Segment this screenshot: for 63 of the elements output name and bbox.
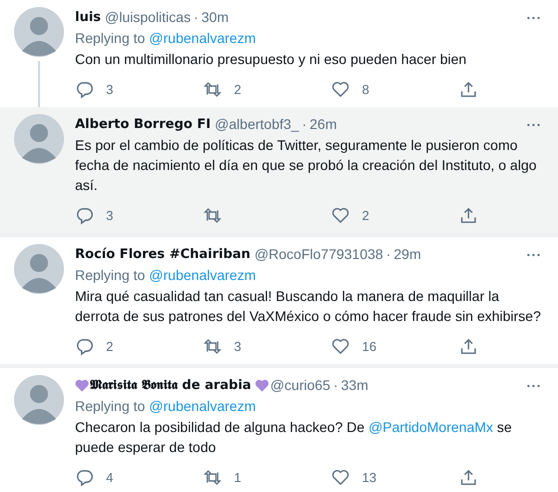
- like-count: 16: [362, 338, 376, 354]
- mention-link[interactable]: @rubenalvarezm: [149, 267, 256, 283]
- reply-count: 2: [106, 338, 114, 354]
- user-name[interactable]: Alberto Borrego FI: [75, 115, 211, 134]
- like-icon[interactable]: [331, 206, 350, 224]
- avatar-icon[interactable]: [14, 114, 64, 164]
- user-name[interactable]: Rocío Flores #Chairiban: [75, 245, 250, 264]
- dot-separator: ·: [194, 8, 198, 27]
- tweet-time[interactable]: 29m: [394, 245, 421, 264]
- like-count: 8: [362, 82, 370, 96]
- like-icon[interactable]: [331, 336, 350, 356]
- share-icon[interactable]: [459, 468, 478, 486]
- tweet-time[interactable]: 33m: [341, 376, 368, 395]
- more-icon[interactable]: [527, 16, 540, 20]
- like-count: 2: [362, 208, 370, 222]
- replying-label: Replying to: [75, 30, 146, 46]
- tweet-time[interactable]: 30m: [201, 8, 229, 27]
- user-handle[interactable]: @RocoFlo77931038: [254, 245, 384, 264]
- more-icon[interactable]: [527, 384, 540, 388]
- share-icon[interactable]: [459, 206, 478, 224]
- like-count: 13: [362, 470, 376, 484]
- mention-link[interactable]: @rubenalvarezm: [149, 30, 256, 46]
- share-icon[interactable]: [459, 80, 478, 98]
- reply-icon[interactable]: [75, 80, 94, 98]
- retweet-count: 2: [234, 82, 242, 96]
- replying-label: Replying to: [75, 398, 146, 414]
- reply-count: 3: [106, 82, 114, 96]
- heart-icon: [255, 379, 270, 392]
- more-icon[interactable]: [527, 252, 540, 256]
- reply-count: 4: [106, 470, 114, 484]
- user-name[interactable]: luis: [75, 8, 101, 27]
- reply-icon[interactable]: [75, 468, 94, 486]
- avatar-icon[interactable]: [14, 7, 64, 57]
- dot-separator: ·: [302, 115, 307, 134]
- share-icon[interactable]: [459, 336, 478, 356]
- more-icon[interactable]: [527, 122, 540, 126]
- retweet-icon[interactable]: [203, 336, 222, 356]
- like-icon[interactable]: [331, 80, 350, 98]
- replying-label: Replying to: [75, 267, 146, 283]
- tweet-text: Con un multimillonario presupuesto y ni eso pueden hacer bien: [75, 50, 468, 69]
- user-name[interactable]: 𝕸𝖆𝖗𝖎𝖘𝖎𝖙𝖆 𝕭𝖔𝖓𝖎𝖙𝖆 de arabia: [90, 376, 252, 395]
- retweet-icon[interactable]: [203, 206, 222, 224]
- avatar-icon[interactable]: [14, 244, 64, 294]
- mention-link[interactable]: @rubenalvarezm: [149, 398, 256, 414]
- user-handle[interactable]: @curio65: [270, 376, 330, 395]
- reply-icon[interactable]: [75, 206, 94, 224]
- user-handle[interactable]: @albertobf3_: [214, 115, 299, 134]
- retweet-count: 1: [234, 470, 242, 484]
- retweet-icon[interactable]: [203, 80, 222, 98]
- dot-separator: ·: [386, 245, 391, 264]
- tweet-text: Es por el cambio de políticas de Twitter, seguramente le pusieron como fecha de nacimiento el día en que se probó la creación del Instituto, o algo así.: [75, 136, 538, 195]
- tweet-text: Checaron la posibilidad de alguna hackeo? De @PartidoMorenaMx se puede esperar de todo: [75, 418, 513, 457]
- mention-link[interactable]: @PartidoMorenaMx: [368, 419, 494, 435]
- retweet-count: 3: [234, 338, 242, 354]
- avatar-icon[interactable]: [14, 375, 64, 425]
- reply-icon[interactable]: [75, 336, 94, 356]
- reply-count: 3: [106, 208, 114, 222]
- tweet-time[interactable]: 26m: [310, 115, 337, 134]
- user-handle[interactable]: @luispoliticas: [104, 8, 191, 27]
- retweet-icon[interactable]: [203, 468, 222, 486]
- tweet-text: Mira qué casualidad tan casual! Buscando la manera de maquillar la derrota de sus patrones del VaXMéxico o cómo hacer fraude sin exhibirse?: [75, 287, 542, 326]
- like-icon[interactable]: [331, 468, 350, 486]
- dot-separator: ·: [333, 376, 338, 395]
